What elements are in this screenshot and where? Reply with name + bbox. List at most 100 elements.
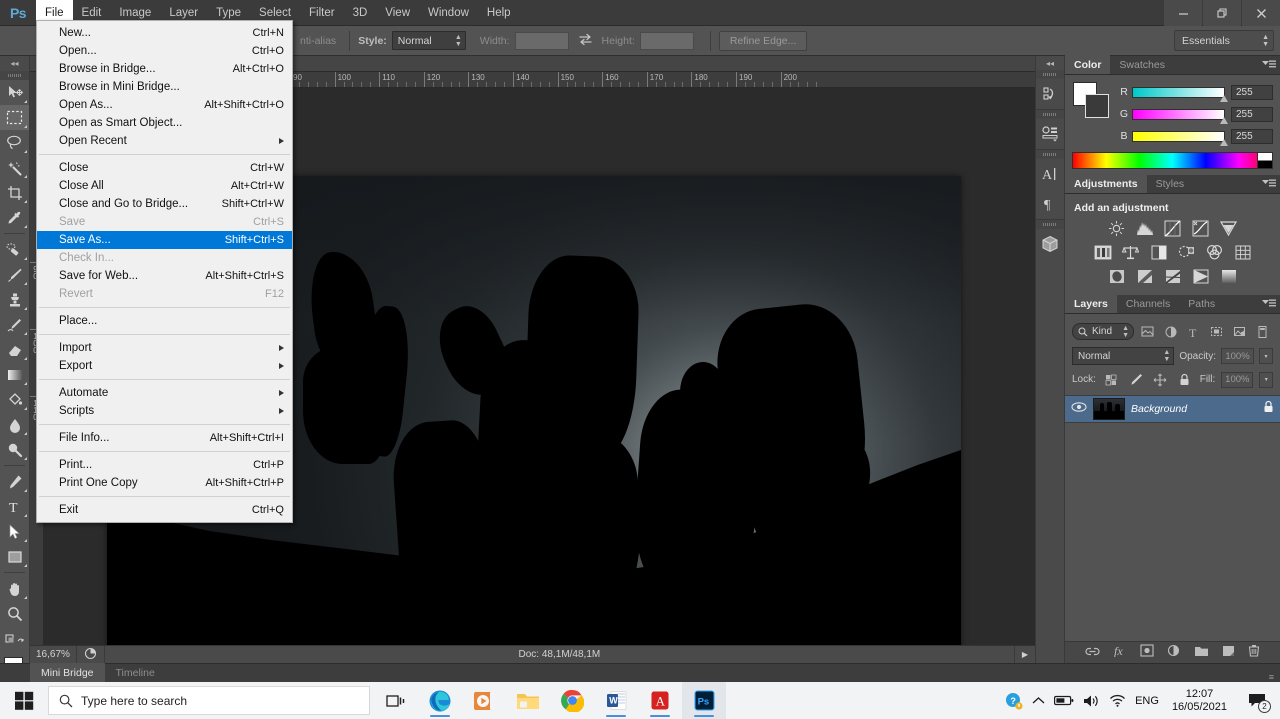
menu-item-import[interactable]: Import [37,339,292,357]
lock-position-icon[interactable] [1151,371,1169,388]
brightness-contrast-icon[interactable] [1106,219,1128,237]
photoshop-icon[interactable]: Ps [682,682,726,719]
menu-item-close-and-go-to-bridge[interactable]: Close and Go to Bridge... Shift+Ctrl+W [37,195,292,213]
panel-menu-icon[interactable] [1262,60,1276,73]
microsoft-word-icon[interactable]: W [594,682,638,719]
adjustment-filter-icon[interactable] [1161,323,1180,340]
status-toggle-icon[interactable] [77,647,104,662]
workspace-selector[interactable]: Essentials ▲ ▼ [1174,30,1274,51]
link-layers-icon[interactable] [1085,644,1100,662]
media-player-icon[interactable] [462,682,506,719]
expand-panels-button[interactable]: ◂◂ [1036,56,1064,70]
restore-button[interactable] [1203,0,1241,26]
paragraph-icon[interactable]: ¶ [1036,189,1064,219]
menu-item-close-all[interactable]: Close All Alt+Ctrl+W [37,177,292,195]
color-spectrum-ramp[interactable] [1072,152,1273,169]
brush-tool[interactable] [0,262,29,287]
levels-icon[interactable] [1134,219,1156,237]
menu-view[interactable]: View [376,0,419,26]
close-button[interactable] [1242,0,1280,26]
style-select[interactable]: Normal ▲ ▼ [391,31,466,50]
green-slider[interactable] [1132,108,1228,124]
notifications-icon[interactable]: 2 [1240,682,1274,719]
fill-stepper[interactable]: ▾ [1259,371,1274,388]
table-row[interactable]: Background [1065,395,1280,423]
curves-icon[interactable] [1162,219,1184,237]
panel-background-swatch[interactable] [1085,94,1109,118]
eyedropper-tool[interactable] [0,205,29,230]
invert-icon[interactable] [1106,267,1128,285]
new-fill-adjustment-icon[interactable] [1167,644,1181,662]
menu-item-export[interactable]: Export [37,357,292,375]
menu-item-open[interactable]: Open... Ctrl+O [37,42,292,60]
delete-layer-icon[interactable] [1248,644,1260,662]
white-black-swatch[interactable] [1257,153,1272,168]
menu-item-place[interactable]: Place... [37,312,292,330]
selective-color-icon[interactable] [1190,267,1212,285]
wifi-icon[interactable] [1109,694,1126,707]
3d-icon[interactable] [1036,229,1064,259]
photo-filter-icon[interactable] [1176,243,1198,261]
slider-thumb[interactable] [1220,138,1228,146]
menu-window[interactable]: Window [419,0,478,26]
height-input[interactable] [639,31,694,50]
zoom-tool[interactable] [0,601,29,626]
layer-style-icon[interactable]: fx [1113,644,1127,662]
zoom-level[interactable]: 16,67% [30,649,76,660]
rectangle-tool[interactable] [0,544,29,569]
battery-icon[interactable] [1054,695,1074,706]
smart-object-filter-icon[interactable] [1230,323,1249,340]
tab-timeline[interactable]: Timeline [105,663,166,682]
help-circle-icon[interactable]: ? [1005,692,1023,710]
eye-icon[interactable] [1071,400,1087,418]
taskbar-clock[interactable]: 12:07 16/05/2021 [1168,688,1231,714]
channel-mixer-icon[interactable] [1204,243,1226,261]
spot-healing-brush-tool[interactable] [0,237,29,262]
slider-thumb[interactable] [1220,116,1228,124]
tab-layers[interactable]: Layers [1065,294,1117,313]
menu-help[interactable]: Help [478,0,520,26]
menu-item-automate[interactable]: Automate [37,384,292,402]
language-indicator[interactable]: ENG [1135,695,1159,707]
file-explorer-icon[interactable] [506,682,550,719]
filter-toggle-icon[interactable] [1253,323,1272,340]
windows-start-icon[interactable] [0,682,48,719]
lock-all-icon[interactable] [1175,371,1193,388]
magic-wand-tool[interactable] [0,155,29,180]
menu-item-close[interactable]: Close Ctrl+W [37,159,292,177]
tab-channels[interactable]: Channels [1117,294,1179,313]
menu-item-new[interactable]: New... Ctrl+N [37,24,292,42]
menu-item-open-recent[interactable]: Open Recent [37,132,292,150]
layer-mask-icon[interactable] [1140,643,1154,662]
history-icon[interactable] [1036,79,1064,109]
panel-menu-icon[interactable] [1262,179,1276,192]
menu-item-exit[interactable]: Exit Ctrl+Q [37,501,292,519]
pen-tool[interactable] [0,469,29,494]
layer-name[interactable]: Background [1131,403,1263,415]
google-chrome-icon[interactable] [550,682,594,719]
blue-value[interactable]: 255 [1231,128,1273,144]
panel-color-swatches[interactable] [1072,81,1112,119]
tab-mini-bridge[interactable]: Mini Bridge [30,663,105,682]
menu-item-open-as-smart-object[interactable]: Open as Smart Object... [37,114,292,132]
paint-bucket-tool[interactable] [0,387,29,412]
blue-slider[interactable] [1132,130,1228,146]
dock-drag-handle[interactable] [1036,150,1064,159]
layer-thumbnail[interactable] [1093,398,1125,420]
panel-menu-icon[interactable] [1262,299,1276,312]
lock-transparency-icon[interactable] [1102,371,1120,388]
hue-saturation-icon[interactable] [1092,243,1114,261]
dock-drag-handle[interactable] [1036,110,1064,119]
posterize-icon[interactable] [1134,267,1156,285]
menu-item-open-as[interactable]: Open As... Alt+Shift+Ctrl+O [37,96,292,114]
opacity-stepper[interactable]: ▾ [1259,348,1273,364]
dock-drag-handle[interactable] [1036,70,1064,79]
search-input[interactable]: Type here to search [48,686,370,715]
swap-dimensions-icon[interactable] [578,33,593,49]
menu-filter[interactable]: Filter [300,0,344,26]
history-brush-tool[interactable] [0,312,29,337]
new-group-icon[interactable] [1194,644,1209,662]
dodge-tool[interactable] [0,437,29,462]
menu-item-file-info[interactable]: File Info... Alt+Shift+Ctrl+I [37,429,292,447]
volume-icon[interactable] [1083,694,1100,708]
